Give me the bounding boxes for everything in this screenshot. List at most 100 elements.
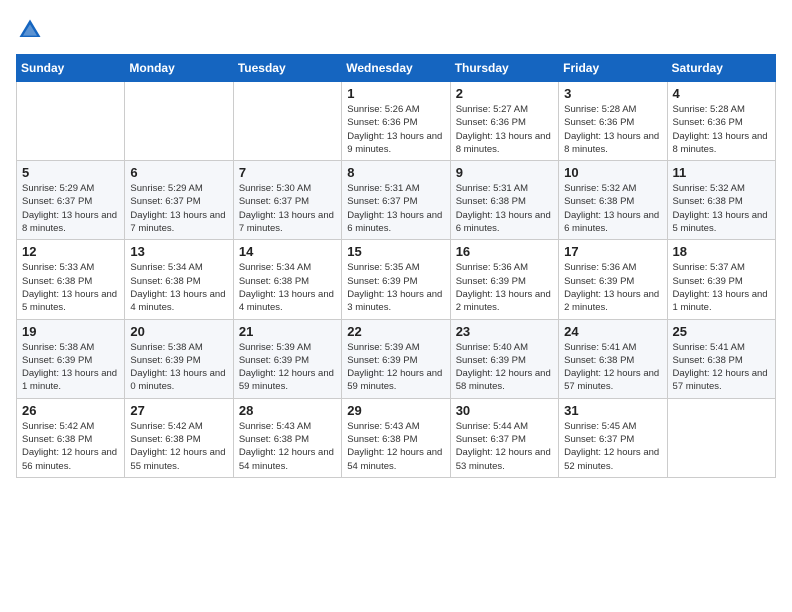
day-of-week-header: Wednesday xyxy=(342,55,450,82)
calendar-table: SundayMondayTuesdayWednesdayThursdayFrid… xyxy=(16,54,776,478)
calendar-cell: 29 Sunrise: 5:43 AM Sunset: 6:38 PM Dayli… xyxy=(342,398,450,477)
calendar-cell: 28Sunrise: 5:43 AM Sunset: 6:38 PM Dayli… xyxy=(233,398,341,477)
calendar-cell: 21 Sunrise: 5:39 AM Sunset: 6:39 PM Dayli… xyxy=(233,319,341,398)
calendar-cell: 2 Sunrise: 5:27 AM Sunset: 6:36 PM Daylig… xyxy=(450,82,558,161)
day-number: 22 xyxy=(347,324,444,339)
day-number: 16 xyxy=(456,244,553,259)
day-info: Sunrise: 5:36 AM Sunset: 6:39 PM Dayligh… xyxy=(564,261,661,314)
calendar-week-row: 5 Sunrise: 5:29 AM Sunset: 6:37 PM Daylig… xyxy=(17,161,776,240)
day-number: 20 xyxy=(130,324,227,339)
day-number: 13 xyxy=(130,244,227,259)
calendar-cell: 23 Sunrise: 5:40 AM Sunset: 6:39 PM Dayli… xyxy=(450,319,558,398)
calendar-cell: 19 Sunrise: 5:38 AM Sunset: 6:39 PM Dayli… xyxy=(17,319,125,398)
day-info: Sunrise: 5:44 AM Sunset: 6:37 PM Dayligh… xyxy=(456,420,553,473)
calendar-cell: 12 Sunrise: 5:33 AM Sunset: 6:38 PM Dayli… xyxy=(17,240,125,319)
day-info: Sunrise: 5:28 AM Sunset: 6:36 PM Dayligh… xyxy=(564,103,661,156)
day-info: Sunrise: 5:45 AM Sunset: 6:37 PM Dayligh… xyxy=(564,420,661,473)
calendar-cell xyxy=(125,82,233,161)
calendar-cell: 13Sunrise: 5:34 AM Sunset: 6:38 PM Dayli… xyxy=(125,240,233,319)
day-number: 12 xyxy=(22,244,119,259)
day-of-week-header: Tuesday xyxy=(233,55,341,82)
calendar-cell: 8Sunrise: 5:31 AM Sunset: 6:37 PM Daylig… xyxy=(342,161,450,240)
calendar-header-row: SundayMondayTuesdayWednesdayThursdayFrid… xyxy=(17,55,776,82)
day-number: 28 xyxy=(239,403,336,418)
day-number: 15 xyxy=(347,244,444,259)
calendar-cell: 11 Sunrise: 5:32 AM Sunset: 6:38 PM Dayli… xyxy=(667,161,775,240)
calendar-cell: 15 Sunrise: 5:35 AM Sunset: 6:39 PM Dayli… xyxy=(342,240,450,319)
day-info: Sunrise: 5:43 AM Sunset: 6:38 PM Dayligh… xyxy=(347,420,444,473)
day-info: Sunrise: 5:29 AM Sunset: 6:37 PM Dayligh… xyxy=(130,182,227,235)
day-number: 1 xyxy=(347,86,444,101)
calendar-cell: 10 Sunrise: 5:32 AM Sunset: 6:38 PM Dayli… xyxy=(559,161,667,240)
day-info: Sunrise: 5:34 AM Sunset: 6:38 PM Dayligh… xyxy=(239,261,336,314)
calendar-cell: 18Sunrise: 5:37 AM Sunset: 6:39 PM Dayli… xyxy=(667,240,775,319)
calendar-cell: 5 Sunrise: 5:29 AM Sunset: 6:37 PM Daylig… xyxy=(17,161,125,240)
calendar-cell: 16Sunrise: 5:36 AM Sunset: 6:39 PM Dayli… xyxy=(450,240,558,319)
day-number: 31 xyxy=(564,403,661,418)
day-info: Sunrise: 5:41 AM Sunset: 6:38 PM Dayligh… xyxy=(564,341,661,394)
day-number: 23 xyxy=(456,324,553,339)
day-number: 30 xyxy=(456,403,553,418)
calendar-cell: 17Sunrise: 5:36 AM Sunset: 6:39 PM Dayli… xyxy=(559,240,667,319)
calendar-cell: 25Sunrise: 5:41 AM Sunset: 6:38 PM Dayli… xyxy=(667,319,775,398)
day-info: Sunrise: 5:31 AM Sunset: 6:38 PM Dayligh… xyxy=(456,182,553,235)
calendar-cell: 22 Sunrise: 5:39 AM Sunset: 6:39 PM Dayli… xyxy=(342,319,450,398)
day-number: 2 xyxy=(456,86,553,101)
day-number: 21 xyxy=(239,324,336,339)
calendar-cell: 9 Sunrise: 5:31 AM Sunset: 6:38 PM Daylig… xyxy=(450,161,558,240)
calendar-cell: 1 Sunrise: 5:26 AM Sunset: 6:36 PM Daylig… xyxy=(342,82,450,161)
calendar-cell xyxy=(667,398,775,477)
calendar-week-row: 19 Sunrise: 5:38 AM Sunset: 6:39 PM Dayli… xyxy=(17,319,776,398)
day-number: 7 xyxy=(239,165,336,180)
day-number: 27 xyxy=(130,403,227,418)
day-number: 3 xyxy=(564,86,661,101)
day-of-week-header: Friday xyxy=(559,55,667,82)
day-number: 14 xyxy=(239,244,336,259)
day-number: 24 xyxy=(564,324,661,339)
day-number: 25 xyxy=(673,324,770,339)
day-info: Sunrise: 5:26 AM Sunset: 6:36 PM Dayligh… xyxy=(347,103,444,156)
calendar-cell xyxy=(17,82,125,161)
day-info: Sunrise: 5:32 AM Sunset: 6:38 PM Dayligh… xyxy=(673,182,770,235)
day-info: Sunrise: 5:38 AM Sunset: 6:39 PM Dayligh… xyxy=(22,341,119,394)
day-info: Sunrise: 5:40 AM Sunset: 6:39 PM Dayligh… xyxy=(456,341,553,394)
day-info: Sunrise: 5:27 AM Sunset: 6:36 PM Dayligh… xyxy=(456,103,553,156)
day-info: Sunrise: 5:29 AM Sunset: 6:37 PM Dayligh… xyxy=(22,182,119,235)
logo-icon xyxy=(16,16,44,44)
calendar-cell xyxy=(233,82,341,161)
calendar-cell: 6Sunrise: 5:29 AM Sunset: 6:37 PM Daylig… xyxy=(125,161,233,240)
day-info: Sunrise: 5:39 AM Sunset: 6:39 PM Dayligh… xyxy=(239,341,336,394)
day-info: Sunrise: 5:35 AM Sunset: 6:39 PM Dayligh… xyxy=(347,261,444,314)
calendar-week-row: 12 Sunrise: 5:33 AM Sunset: 6:38 PM Dayli… xyxy=(17,240,776,319)
day-info: Sunrise: 5:33 AM Sunset: 6:38 PM Dayligh… xyxy=(22,261,119,314)
calendar-cell: 31 Sunrise: 5:45 AM Sunset: 6:37 PM Dayli… xyxy=(559,398,667,477)
day-of-week-header: Sunday xyxy=(17,55,125,82)
calendar-week-row: 26 Sunrise: 5:42 AM Sunset: 6:38 PM Dayli… xyxy=(17,398,776,477)
calendar-week-row: 1 Sunrise: 5:26 AM Sunset: 6:36 PM Daylig… xyxy=(17,82,776,161)
day-of-week-header: Monday xyxy=(125,55,233,82)
calendar-cell: 3 Sunrise: 5:28 AM Sunset: 6:36 PM Daylig… xyxy=(559,82,667,161)
day-number: 9 xyxy=(456,165,553,180)
day-of-week-header: Thursday xyxy=(450,55,558,82)
day-number: 11 xyxy=(673,165,770,180)
day-number: 10 xyxy=(564,165,661,180)
calendar-cell: 26 Sunrise: 5:42 AM Sunset: 6:38 PM Dayli… xyxy=(17,398,125,477)
day-number: 8 xyxy=(347,165,444,180)
day-info: Sunrise: 5:38 AM Sunset: 6:39 PM Dayligh… xyxy=(130,341,227,394)
day-number: 29 xyxy=(347,403,444,418)
day-number: 18 xyxy=(673,244,770,259)
day-info: Sunrise: 5:42 AM Sunset: 6:38 PM Dayligh… xyxy=(22,420,119,473)
calendar-body: 1 Sunrise: 5:26 AM Sunset: 6:36 PM Daylig… xyxy=(17,82,776,478)
day-number: 26 xyxy=(22,403,119,418)
day-number: 4 xyxy=(673,86,770,101)
day-number: 5 xyxy=(22,165,119,180)
day-info: Sunrise: 5:32 AM Sunset: 6:38 PM Dayligh… xyxy=(564,182,661,235)
day-info: Sunrise: 5:39 AM Sunset: 6:39 PM Dayligh… xyxy=(347,341,444,394)
calendar-cell: 24 Sunrise: 5:41 AM Sunset: 6:38 PM Dayli… xyxy=(559,319,667,398)
day-number: 19 xyxy=(22,324,119,339)
calendar-cell: 30 Sunrise: 5:44 AM Sunset: 6:37 PM Dayli… xyxy=(450,398,558,477)
page-header xyxy=(16,16,776,44)
logo xyxy=(16,16,48,44)
day-info: Sunrise: 5:28 AM Sunset: 6:36 PM Dayligh… xyxy=(673,103,770,156)
day-info: Sunrise: 5:30 AM Sunset: 6:37 PM Dayligh… xyxy=(239,182,336,235)
